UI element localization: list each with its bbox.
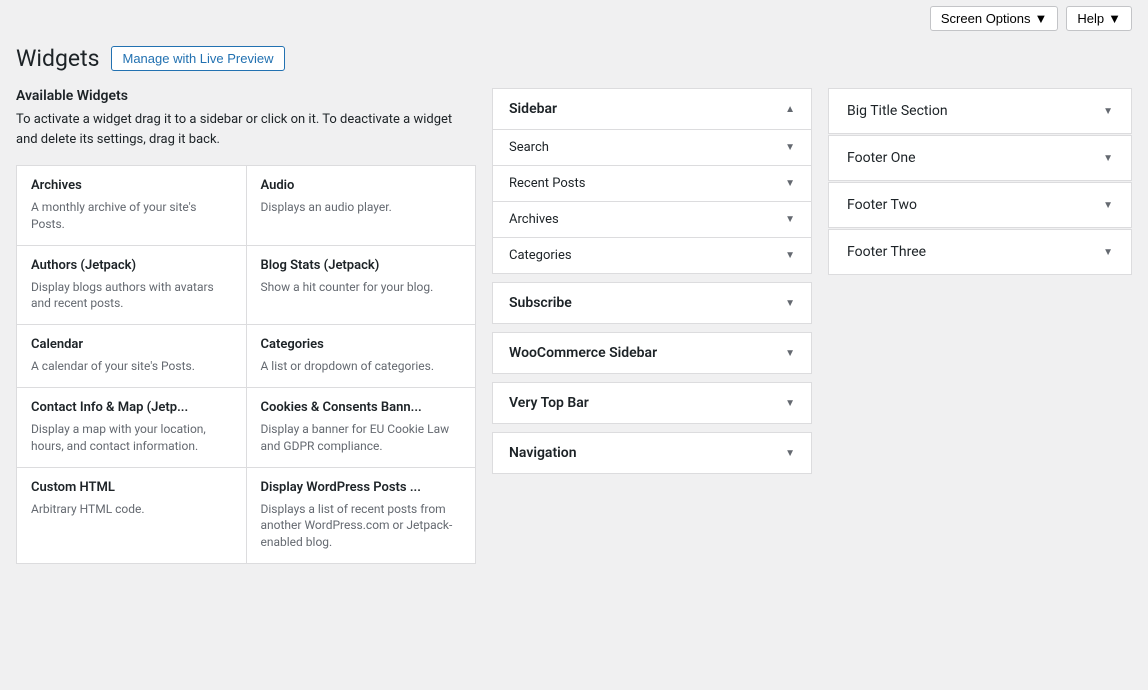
widget-item-desc: Display blogs authors with avatars and r… — [31, 279, 232, 313]
sidebar-widget-name: Recent Posts — [509, 176, 585, 191]
sidebar-other-section-title: Navigation — [509, 445, 577, 461]
widget-item-name: Archives — [31, 178, 232, 193]
widget-item[interactable]: Custom HTML Arbitrary HTML code. — [17, 468, 246, 563]
right-section: Footer Two ▼ — [828, 182, 1132, 228]
sidebar-widget-name: Search — [509, 140, 549, 155]
right-section-chevron: ▼ — [1103, 153, 1113, 164]
widget-item[interactable]: Authors (Jetpack) Display blogs authors … — [17, 246, 246, 325]
help-chevron: ▼ — [1108, 11, 1121, 26]
sidebar-widget-name: Archives — [509, 212, 559, 227]
widget-item-desc: Display a banner for EU Cookie Law and G… — [261, 421, 462, 455]
right-section-header[interactable]: Big Title Section ▼ — [829, 89, 1131, 133]
widget-item[interactable]: Contact Info & Map (Jetp... Display a ma… — [17, 388, 246, 467]
sidebar-widget-item[interactable]: Search ▼ — [493, 130, 811, 166]
help-button[interactable]: Help ▼ — [1066, 6, 1132, 31]
sidebar-widget-chevron: ▼ — [785, 142, 795, 153]
sidebar-chevron-up: ▲ — [785, 104, 795, 115]
right-section-title: Footer One — [847, 150, 916, 166]
right-section-chevron: ▼ — [1103, 247, 1113, 258]
sidebar-widget-chevron: ▼ — [785, 178, 795, 189]
sidebar-section-body: Search ▼ Recent Posts ▼ Archives ▼ Categ… — [493, 129, 811, 273]
right-section-header[interactable]: Footer Two ▼ — [829, 183, 1131, 227]
sidebar-other-section-title: WooCommerce Sidebar — [509, 345, 657, 361]
widget-item-name: Custom HTML — [31, 480, 232, 495]
right-section-title: Big Title Section — [847, 103, 948, 119]
sidebar-other-section-header[interactable]: Subscribe ▼ — [493, 283, 811, 323]
sidebar-other-section-header[interactable]: WooCommerce Sidebar ▼ — [493, 333, 811, 373]
sidebar-other-section: Navigation ▼ — [492, 432, 812, 474]
sidebar-other-section-chevron: ▼ — [785, 348, 795, 359]
widget-item[interactable]: Calendar A calendar of your site's Posts… — [17, 325, 246, 387]
live-preview-button[interactable]: Manage with Live Preview — [111, 46, 284, 71]
top-bar: Screen Options ▼ Help ▼ — [0, 0, 1148, 37]
widget-item[interactable]: Categories A list or dropdown of categor… — [247, 325, 476, 387]
widget-item-desc: A list or dropdown of categories. — [261, 358, 462, 375]
right-panel: Big Title Section ▼ Footer One ▼ Footer … — [828, 88, 1132, 276]
sidebar-widget-chevron: ▼ — [785, 250, 795, 261]
sidebar-widget-item[interactable]: Categories ▼ — [493, 238, 811, 273]
sidebar-widget-chevron: ▼ — [785, 214, 795, 225]
widget-item-desc: Displays an audio player. — [261, 199, 462, 216]
widget-item-name: Blog Stats (Jetpack) — [261, 258, 462, 273]
available-widgets-title: Available Widgets — [16, 88, 476, 104]
widget-item[interactable]: Archives A monthly archive of your site'… — [17, 166, 246, 245]
sidebar-other-section: Subscribe ▼ — [492, 282, 812, 324]
screen-options-label: Screen Options — [941, 11, 1031, 26]
widget-item[interactable]: Cookies & Consents Bann... Display a ban… — [247, 388, 476, 467]
widget-item[interactable]: Audio Displays an audio player. — [247, 166, 476, 245]
available-widgets-panel: Available Widgets To activate a widget d… — [16, 88, 476, 564]
widget-item[interactable]: Blog Stats (Jetpack) Show a hit counter … — [247, 246, 476, 325]
widget-item-name: Cookies & Consents Bann... — [261, 400, 462, 415]
widget-item-name: Categories — [261, 337, 462, 352]
help-label: Help — [1077, 11, 1104, 26]
sidebar-widget-item[interactable]: Recent Posts ▼ — [493, 166, 811, 202]
right-section-header[interactable]: Footer One ▼ — [829, 136, 1131, 180]
sidebar-section-header[interactable]: Sidebar ▲ — [493, 89, 811, 129]
widget-item[interactable]: Display WordPress Posts ... Displays a l… — [247, 468, 476, 563]
right-section-title: Footer Three — [847, 244, 926, 260]
widget-item-name: Audio — [261, 178, 462, 193]
sidebar-other-section-chevron: ▼ — [785, 398, 795, 409]
right-section-chevron: ▼ — [1103, 200, 1113, 211]
sidebar-other-section-title: Very Top Bar — [509, 395, 589, 411]
sidebar-other-section: Very Top Bar ▼ — [492, 382, 812, 424]
widget-item-desc: Show a hit counter for your blog. — [261, 279, 462, 296]
sidebar-other-section-chevron: ▼ — [785, 298, 795, 309]
widget-item-desc: A monthly archive of your site's Posts. — [31, 199, 232, 233]
widget-item-desc: Arbitrary HTML code. — [31, 501, 232, 518]
right-section: Footer Three ▼ — [828, 229, 1132, 275]
sidebar-other-section-title: Subscribe — [509, 295, 572, 311]
widget-item-name: Calendar — [31, 337, 232, 352]
right-section: Footer One ▼ — [828, 135, 1132, 181]
widget-item-name: Display WordPress Posts ... — [261, 480, 462, 495]
sidebar-title: Sidebar — [509, 101, 557, 117]
screen-options-button[interactable]: Screen Options ▼ — [930, 6, 1058, 31]
available-widgets-description: To activate a widget drag it to a sideba… — [16, 110, 476, 149]
sidebar-other-section-header[interactable]: Very Top Bar ▼ — [493, 383, 811, 423]
sidebar-panel: Sidebar ▲ Search ▼ Recent Posts ▼ Archiv… — [492, 88, 812, 482]
widget-item-name: Authors (Jetpack) — [31, 258, 232, 273]
sidebar-other-section: WooCommerce Sidebar ▼ — [492, 332, 812, 374]
sidebar-other-section-header[interactable]: Navigation ▼ — [493, 433, 811, 473]
widget-item-desc: Displays a list of recent posts from ano… — [261, 501, 462, 551]
widget-item-desc: A calendar of your site's Posts. — [31, 358, 232, 375]
screen-options-chevron: ▼ — [1035, 11, 1048, 26]
widget-item-name: Contact Info & Map (Jetp... — [31, 400, 232, 415]
main-layout: Available Widgets To activate a widget d… — [0, 88, 1148, 564]
sidebar-widget-name: Categories — [509, 248, 572, 263]
page-title: Widgets — [16, 45, 99, 72]
sidebar-widget-item[interactable]: Archives ▼ — [493, 202, 811, 238]
right-section: Big Title Section ▼ — [828, 88, 1132, 134]
page-header: Widgets Manage with Live Preview — [0, 37, 1148, 88]
right-section-title: Footer Two — [847, 197, 917, 213]
sidebar-section: Sidebar ▲ Search ▼ Recent Posts ▼ Archiv… — [492, 88, 812, 274]
sidebar-other-section-chevron: ▼ — [785, 448, 795, 459]
right-section-header[interactable]: Footer Three ▼ — [829, 230, 1131, 274]
right-section-chevron: ▼ — [1103, 106, 1113, 117]
widget-item-desc: Display a map with your location, hours,… — [31, 421, 232, 455]
widget-grid: Archives A monthly archive of your site'… — [16, 165, 476, 564]
